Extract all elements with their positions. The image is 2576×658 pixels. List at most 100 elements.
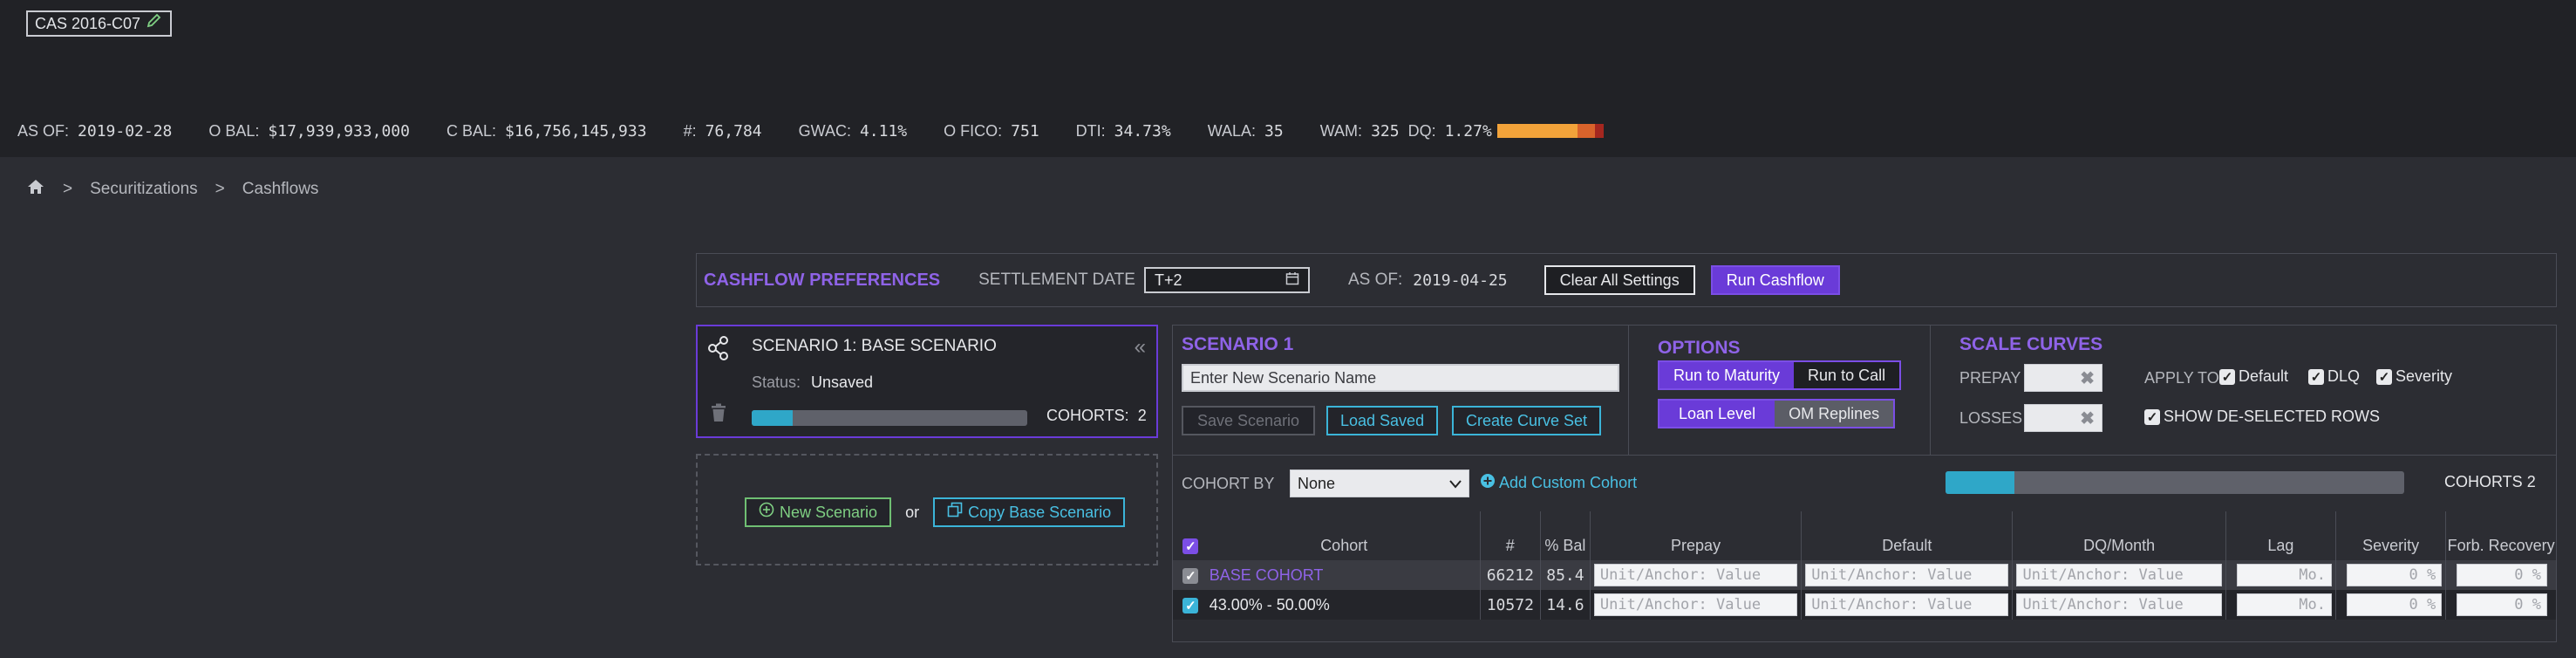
- select-all-cell: ✓: [1173, 511, 1209, 560]
- col-severity[interactable]: Severity: [2335, 511, 2447, 560]
- new-scenario-area: New Scenario or Copy Base Scenario: [696, 454, 1158, 565]
- cohort-section: COHORT BY None Add Custom Cohort COHORTS…: [1173, 455, 2556, 642]
- lag-input[interactable]: Mo.: [2236, 593, 2332, 616]
- options-title: OPTIONS: [1658, 338, 1741, 358]
- lag-input[interactable]: Mo.: [2236, 564, 2332, 586]
- stat-as-of: AS OF: 2019-02-28: [17, 121, 173, 141]
- row-checkbox[interactable]: ✓: [1182, 567, 1199, 584]
- col-prepay[interactable]: Prepay: [1590, 511, 1803, 560]
- create-curve-set-button[interactable]: Create Curve Set: [1452, 406, 1602, 435]
- share-icon[interactable]: [706, 335, 731, 366]
- deal-stats-bar: AS OF: 2019-02-28 O BAL: $17,939,933,000 C…: [17, 119, 1604, 143]
- run-to-maturity-option[interactable]: Run to Maturity: [1659, 362, 1795, 388]
- run-mode-toggle: Run to Maturity Run to Call: [1658, 360, 1902, 390]
- cohort-count: 66212: [1480, 560, 1541, 590]
- checkbox-checked[interactable]: ✓: [2308, 368, 2324, 385]
- apply-default-checkbox[interactable]: ✓ Default: [2219, 367, 2288, 386]
- losses-label: LOSSES: [1959, 409, 2023, 427]
- stat-o-fico: O FICO: 751: [944, 121, 1039, 141]
- losses-scale-input[interactable]: ✖: [2024, 404, 2102, 432]
- cohort-by-select[interactable]: None: [1290, 470, 1469, 497]
- apply-severity-checkbox[interactable]: ✓ Severity: [2376, 367, 2452, 386]
- col-forb-recovery[interactable]: Forb. Recovery: [2446, 511, 2556, 560]
- plus-circle-icon: [759, 499, 774, 525]
- scenario-editor-panel: SCENARIO 1 Enter New Scenario Name Save …: [1172, 325, 2557, 642]
- plus-circle-icon: [1480, 473, 1496, 493]
- add-custom-cohort-button[interactable]: Add Custom Cohort: [1480, 473, 1637, 493]
- forb-recovery-input[interactable]: 0 %: [2457, 593, 2547, 616]
- scenario-card[interactable]: SCENARIO 1: BASE SCENARIO « Status: Unsa…: [696, 325, 1158, 438]
- clear-icon[interactable]: ✖: [2080, 408, 2095, 429]
- calendar-icon[interactable]: [1285, 271, 1299, 290]
- checkbox-checked[interactable]: ✓: [2144, 408, 2160, 425]
- clear-all-settings-button[interactable]: Clear All Settings: [1544, 265, 1695, 295]
- col-count[interactable]: #: [1480, 511, 1541, 560]
- collapse-icon[interactable]: «: [1135, 335, 1146, 360]
- settlement-date-input[interactable]: T+2: [1143, 267, 1310, 293]
- select-all-checkbox[interactable]: ✓: [1182, 538, 1199, 554]
- prepay-label: PREPAY: [1959, 369, 2021, 387]
- cohort-by-label: COHORT BY: [1182, 475, 1275, 492]
- col-default[interactable]: Default: [1801, 511, 2014, 560]
- preferences-title: CASHFLOW PREFERENCES: [704, 270, 941, 290]
- scenario-section-title: SCENARIO 1: [1182, 334, 1294, 354]
- trash-icon[interactable]: [710, 403, 727, 427]
- severity-input[interactable]: 0 %: [2346, 564, 2443, 586]
- edit-icon[interactable]: [146, 10, 163, 37]
- breadcrumb-securitizations[interactable]: Securitizations: [90, 180, 198, 199]
- cohort-count: 10572: [1480, 590, 1541, 620]
- table-row[interactable]: ✓ 43.00% - 50.00% 10572 14.6 Unit/Anchor…: [1173, 590, 2556, 620]
- dq-bar-segment: [1577, 124, 1595, 138]
- scenario-title: SCENARIO 1: BASE SCENARIO: [752, 337, 997, 355]
- dq-bar-segment: [1594, 124, 1604, 138]
- cohort-name: 43.00% - 50.00%: [1208, 590, 1481, 620]
- breadcrumb: > Securitizations > Cashflows: [26, 178, 318, 201]
- table-row[interactable]: ✓ BASE COHORT 66212 85.4 Unit/Anchor: Va…: [1173, 560, 2556, 590]
- scenario-name-input[interactable]: Enter New Scenario Name: [1182, 364, 1619, 392]
- copy-icon: [947, 499, 963, 525]
- show-deselected-rows-checkbox[interactable]: ✓ SHOW DE-SELECTED ROWS: [2144, 408, 2380, 426]
- apply-dlq-checkbox[interactable]: ✓ DLQ: [2308, 367, 2360, 386]
- dq-month-input[interactable]: Unit/Anchor: Value: [2016, 593, 2222, 616]
- checkbox-checked[interactable]: ✓: [2219, 368, 2235, 385]
- severity-input[interactable]: 0 %: [2346, 593, 2443, 616]
- row-checkbox[interactable]: ✓: [1182, 597, 1199, 613]
- prepay-input[interactable]: Unit/Anchor: Value: [1593, 564, 1798, 586]
- as-of-value: 2019-04-25: [1413, 271, 1508, 290]
- status-value: Unsaved: [811, 374, 874, 391]
- default-input[interactable]: Unit/Anchor: Value: [1805, 593, 2009, 616]
- cashflow-preferences-bar: CASHFLOW PREFERENCES SETTLEMENT DATE T+2…: [696, 253, 2557, 307]
- run-to-call-option[interactable]: Run to Call: [1794, 362, 1900, 388]
- save-scenario-button[interactable]: Save Scenario: [1182, 406, 1316, 435]
- load-saved-button[interactable]: Load Saved: [1326, 406, 1439, 435]
- dq-bar: [1496, 124, 1604, 138]
- copy-base-scenario-button[interactable]: Copy Base Scenario: [933, 497, 1126, 527]
- stat-dti: DTI: 34.73%: [1075, 121, 1171, 141]
- home-icon[interactable]: [26, 178, 45, 201]
- or-label: or: [905, 503, 920, 521]
- deal-name-badge[interactable]: CAS 2016-C07: [26, 10, 173, 37]
- stat-wam: WAM: 325: [1319, 121, 1400, 141]
- stat-c-bal: C BAL: $16,756,145,933: [446, 121, 647, 141]
- col-pct-bal[interactable]: % Bal: [1540, 511, 1591, 560]
- col-cohort[interactable]: Cohort: [1208, 511, 1481, 560]
- as-of-label: AS OF:: [1347, 271, 1403, 289]
- col-dq-month[interactable]: DQ/Month: [2012, 511, 2226, 560]
- stat-gwac: GWAC: 4.11%: [798, 121, 908, 141]
- cohorts-count-label: COHORTS 2: [2444, 473, 2536, 490]
- level-toggle: Loan Level OM Replines: [1658, 399, 1896, 428]
- checkbox-checked[interactable]: ✓: [2376, 368, 2392, 385]
- scenario-progress-fill: [752, 410, 794, 426]
- prepay-input[interactable]: Unit/Anchor: Value: [1593, 593, 1798, 616]
- om-replines-option[interactable]: OM Replines: [1775, 401, 1894, 427]
- col-lag[interactable]: Lag: [2225, 511, 2336, 560]
- prepay-scale-input[interactable]: ✖: [2024, 364, 2102, 392]
- dq-month-input[interactable]: Unit/Anchor: Value: [2016, 564, 2222, 586]
- run-cashflow-button[interactable]: Run Cashflow: [1710, 265, 1840, 295]
- loan-level-option[interactable]: Loan Level: [1659, 401, 1775, 427]
- clear-icon[interactable]: ✖: [2080, 367, 2095, 389]
- new-scenario-button[interactable]: New Scenario: [745, 497, 892, 527]
- default-input[interactable]: Unit/Anchor: Value: [1805, 564, 2009, 586]
- forb-recovery-input[interactable]: 0 %: [2457, 564, 2547, 586]
- scenario-progress-bar: [752, 410, 1027, 426]
